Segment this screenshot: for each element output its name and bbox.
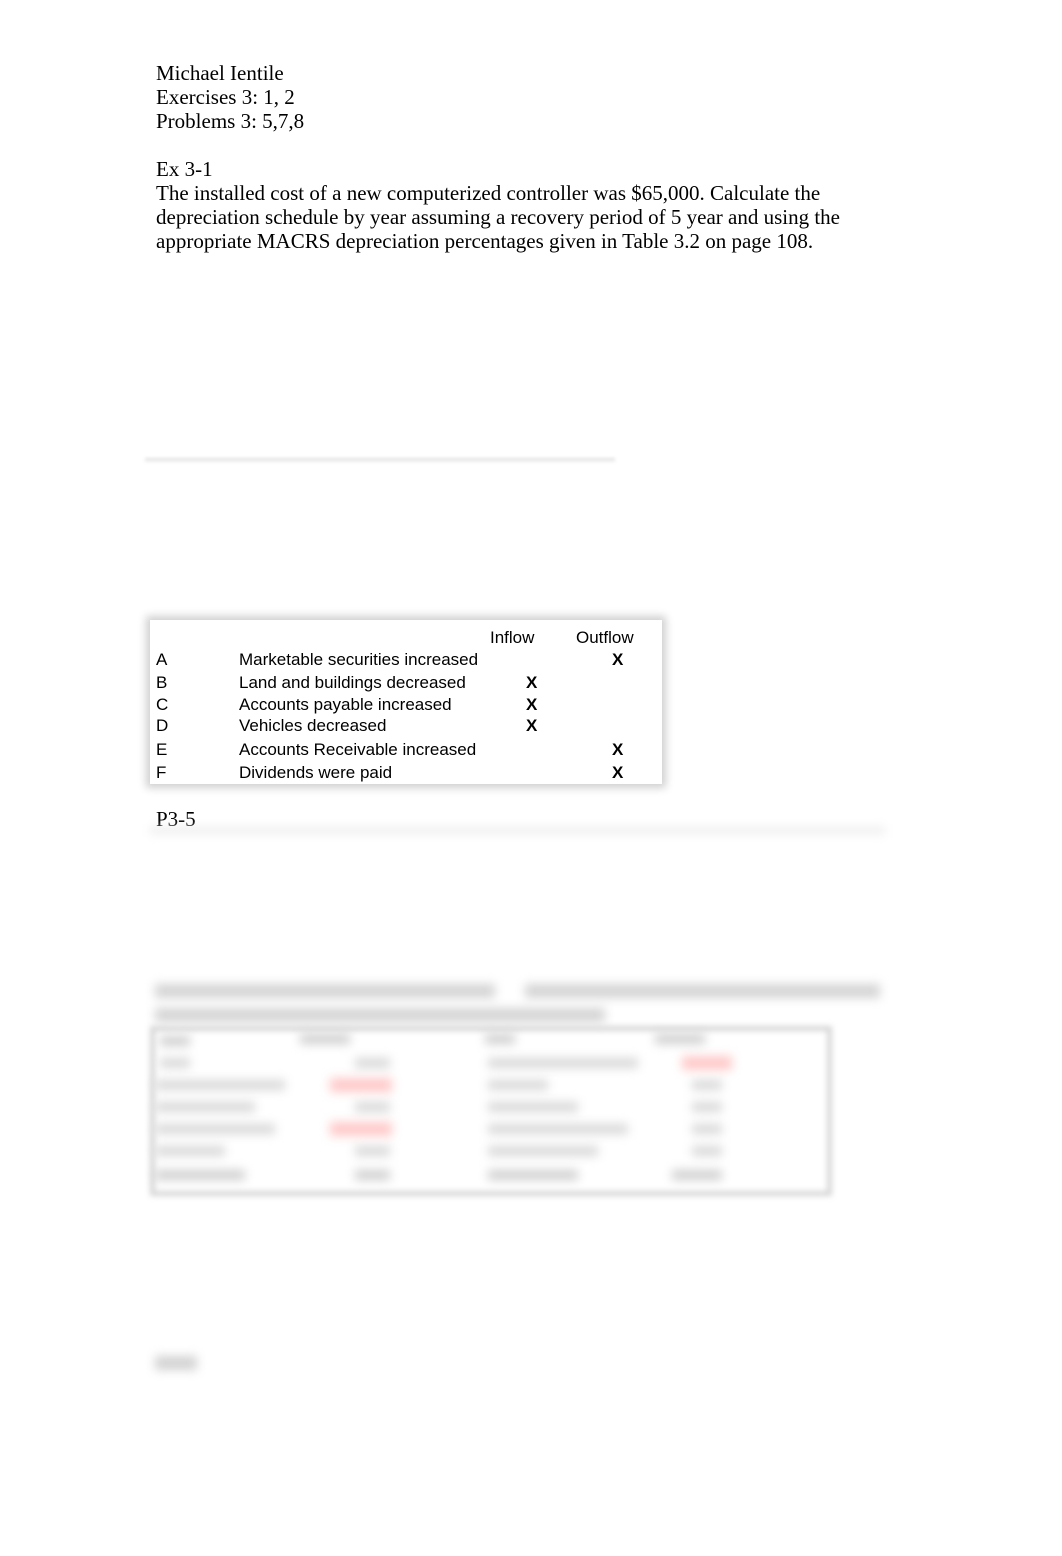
blurred-text-line [525,984,880,998]
blurred-divider [150,828,885,833]
problems-line: Problems 3: 5,7,8 [156,109,305,133]
blurred-text-line [155,1008,605,1022]
exercise-3-1: Ex 3-1 The installed cost of a new compu… [156,157,876,253]
inflow-header: Inflow [490,628,535,647]
row-item: Vehicles decreased [239,716,387,735]
row-letter: C [156,695,169,714]
exercise-label: Ex 3-1 [156,157,213,181]
outflow-header: Outflow [576,628,634,647]
blurred-cell [300,1034,350,1044]
row-letter: E [156,740,168,759]
blurred-problem-label [155,1356,197,1370]
outflow-mark: X [612,763,624,782]
blurred-text-line [155,984,495,998]
row-letter: D [156,716,169,735]
inflow-mark: X [526,695,538,714]
embedded-object-shadow [145,458,615,462]
row-letter: A [156,650,168,669]
row-item: Land and buildings decreased [239,673,466,692]
cash-flow-table: Inflow Outflow A Marketable securities i… [150,620,662,784]
row-letter: B [156,673,168,692]
exercise-text-line: The installed cost of a new computerized… [156,181,821,205]
exercise-text-line: appropriate MACRS depreciation percentag… [156,229,814,253]
blurred-cell [655,1034,705,1044]
exercise-text-line: depreciation schedule by year assuming a… [156,205,840,229]
row-item: Accounts Receivable increased [239,740,477,759]
author-name: Michael Ientile [156,61,284,85]
outflow-mark: X [612,740,624,759]
outflow-mark: X [612,650,624,669]
exercises-line: Exercises 3: 1, 2 [156,85,295,109]
inflow-mark: X [526,673,538,692]
row-letter: F [156,763,167,782]
inflow-mark: X [526,716,538,735]
row-item: Marketable securities increased [239,650,479,669]
blurred-cell [160,1036,190,1046]
row-item: Dividends were paid [239,763,393,782]
document-header: Michael Ientile Exercises 3: 1, 2 Proble… [156,61,304,133]
blurred-cell [485,1034,515,1044]
row-item: Accounts payable increased [239,695,452,714]
